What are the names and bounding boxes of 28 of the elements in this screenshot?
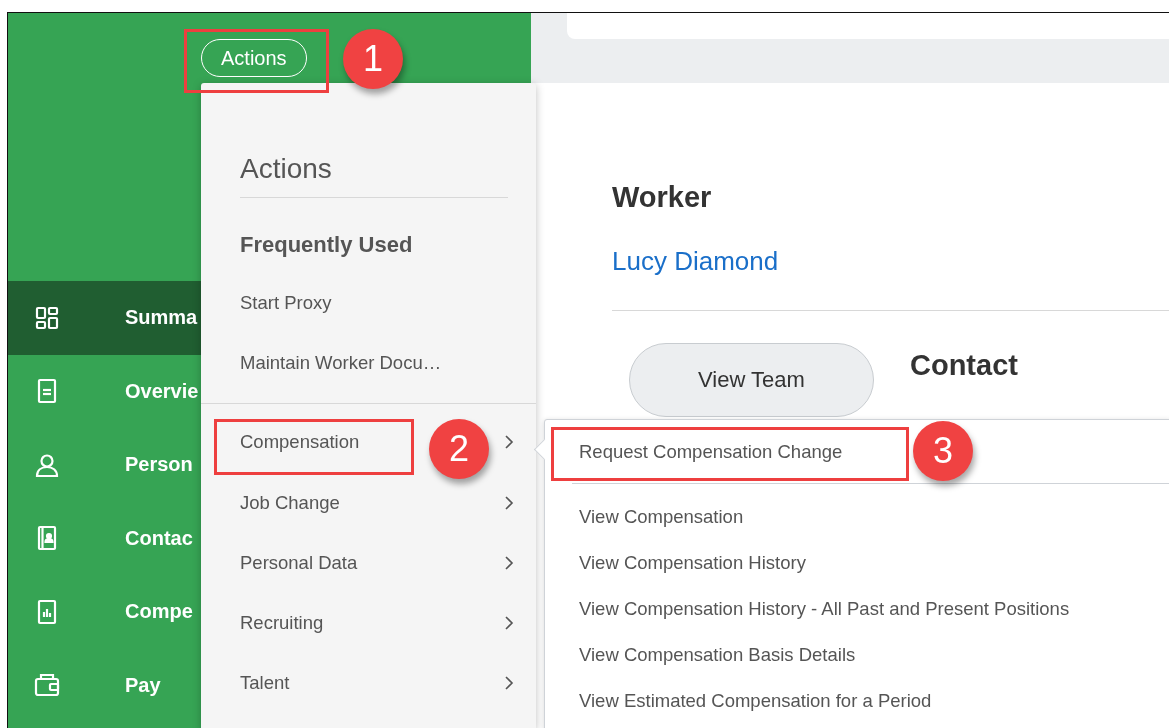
worker-link[interactable]: Lucy Diamond	[612, 246, 779, 277]
chevron-right-icon	[504, 555, 514, 570]
submenu-item[interactable]: View Compensation Basis Details	[579, 644, 856, 666]
menu-item[interactable]: Maintain Worker Docu…	[240, 352, 442, 375]
section-heading: Frequently Used	[240, 232, 414, 258]
submenu-item[interactable]: View Compensation History - All Past and Present Positions	[579, 598, 1070, 620]
submenu-item[interactable]: View Compensation History	[579, 552, 806, 574]
menu-title: Actions	[240, 153, 508, 198]
menu-item[interactable]: Recruiting	[240, 612, 324, 635]
menu-item[interactable]: Job Change	[240, 491, 340, 514]
sidebar-item[interactable]: Summa	[8, 281, 201, 355]
submenu-item[interactable]: Request Compensation Change	[579, 440, 843, 463]
chevron-right-icon	[504, 435, 514, 450]
chevron-right-icon	[504, 495, 514, 510]
wallet-icon	[34, 672, 60, 699]
person-icon	[34, 451, 60, 478]
submenu-item[interactable]: View Estimated Compensation for a Period	[579, 690, 932, 712]
chevron-right-icon	[504, 616, 514, 631]
chevron-right-icon	[504, 676, 514, 691]
view-team-button[interactable]: View Team	[629, 343, 874, 417]
grid-icon	[34, 304, 60, 331]
menu-item[interactable]: Personal Data	[240, 551, 358, 574]
menu-item[interactable]: Talent	[240, 672, 290, 695]
section-heading: Contact	[910, 349, 1018, 382]
menu-item[interactable]: Compensation	[240, 431, 360, 454]
submenu-item[interactable]: View Compensation	[579, 506, 744, 528]
menu-item[interactable]: Start Proxy	[240, 292, 332, 315]
section-heading: Worker	[612, 181, 713, 214]
